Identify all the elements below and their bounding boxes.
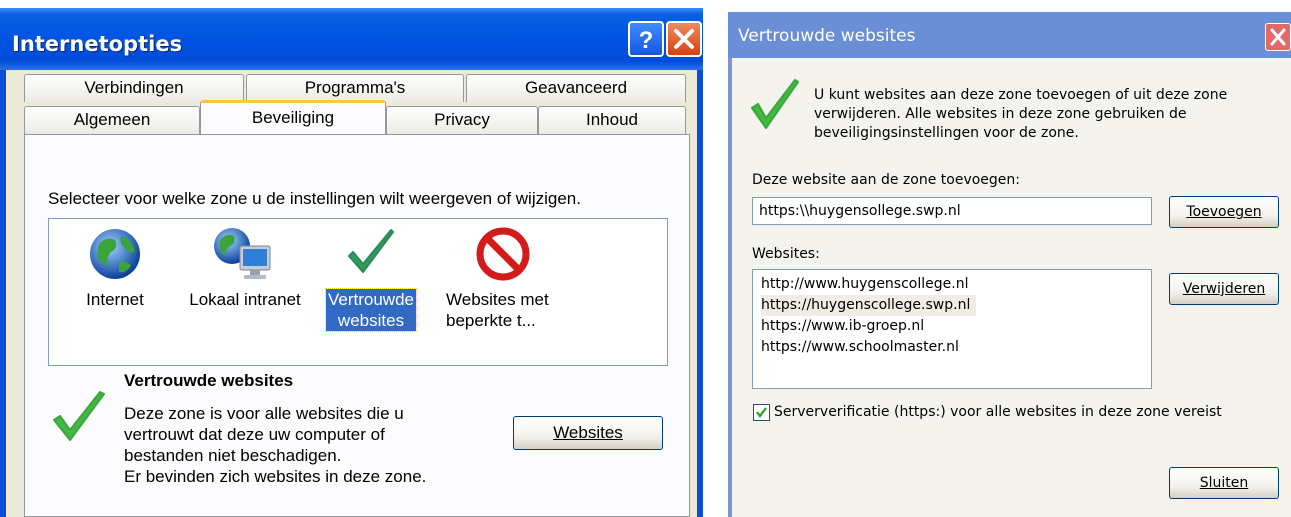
zone-info-title: Vertrouwde websites	[124, 371, 294, 390]
globe-icon	[90, 229, 140, 279]
close-button[interactable]	[666, 21, 702, 57]
websites-label: Websites:	[752, 246, 820, 262]
tab-algemeen[interactable]: Algemeen	[24, 106, 200, 134]
tab-programmas[interactable]: Programma's	[246, 74, 464, 102]
zone-intranet-label: Lokaal intranet	[189, 290, 301, 309]
add-button[interactable]: Toevoegen	[1169, 196, 1279, 228]
zone-internet-label: Internet	[86, 290, 144, 309]
tab-verbindingen[interactable]: Verbindingen	[24, 74, 244, 102]
tab-geavanceerd[interactable]: Geavanceerd	[466, 74, 686, 102]
trusted-check-icon	[751, 79, 799, 129]
zone-local-intranet[interactable]: Lokaal intranet	[180, 224, 310, 310]
tab-beveiliging[interactable]: Beveiliging	[200, 100, 386, 134]
https-required-label: Serververificatie (https:) voor alle web…	[774, 404, 1222, 420]
checkbox-check-icon	[756, 407, 767, 418]
zone-trusted-sites[interactable]: Vertrouwde websites	[318, 224, 424, 332]
add-site-label: Deze website aan de zone toevoegen:	[752, 172, 1020, 188]
tab-inhoud[interactable]: Inhoud	[538, 106, 686, 134]
zone-prompt: Selecteer voor welke zone u de instellin…	[48, 189, 581, 208]
list-item[interactable]: https://www.schoolmaster.nl	[761, 337, 1151, 358]
list-item[interactable]: http://www.huygenscollege.nl	[761, 274, 1151, 295]
tab-privacy[interactable]: Privacy	[386, 106, 538, 134]
info-text: U kunt websites aan deze zone toevoegen …	[814, 87, 1228, 141]
zone-restricted-label: Websites met beperkte t...	[446, 290, 549, 330]
dialog2-title: Vertrouwde websites	[738, 26, 916, 46]
window-frame-left-2	[728, 58, 732, 517]
websites-list[interactable]: http://www.huygenscollege.nl https://huy…	[752, 269, 1152, 389]
dialog-title: Internetopties	[12, 32, 183, 56]
close-icon	[674, 29, 694, 49]
close-dialog-button[interactable]: Sluiten	[1169, 467, 1279, 499]
remove-button[interactable]: Verwijderen	[1169, 273, 1279, 305]
help-icon: ?	[639, 27, 654, 54]
restricted-icon	[476, 227, 530, 281]
close-icon	[1270, 28, 1286, 46]
list-item[interactable]: https://www.ib-groep.nl	[761, 316, 1151, 337]
title-bar-2: Vertrouwde websites	[728, 12, 1291, 58]
window-frame-left	[0, 70, 6, 517]
zone-trusted-label: Vertrouwde websites	[325, 288, 417, 332]
window-frame-right	[697, 70, 703, 517]
close-button-2[interactable]	[1265, 23, 1291, 51]
add-site-input[interactable]: https:\\huygensollege.swp.nl	[752, 197, 1152, 225]
https-required-checkbox[interactable]	[753, 404, 770, 421]
websites-button[interactable]: Websites	[513, 416, 663, 450]
zone-internet[interactable]: Internet	[70, 224, 160, 310]
intranet-icon	[214, 228, 271, 279]
list-item-selected[interactable]: https://huygenscollege.swp.nl	[761, 295, 977, 316]
trusted-zone-check-icon	[53, 391, 105, 441]
title-bar: Internetopties	[0, 8, 703, 70]
zone-info-description: Deze zone is voor alle websites die u ve…	[124, 404, 427, 486]
help-button[interactable]: ?	[628, 21, 664, 57]
zone-restricted-sites[interactable]: Websites met beperkte t...	[438, 224, 568, 331]
svg-text:?: ?	[639, 27, 654, 54]
checkmark-icon	[348, 229, 394, 273]
